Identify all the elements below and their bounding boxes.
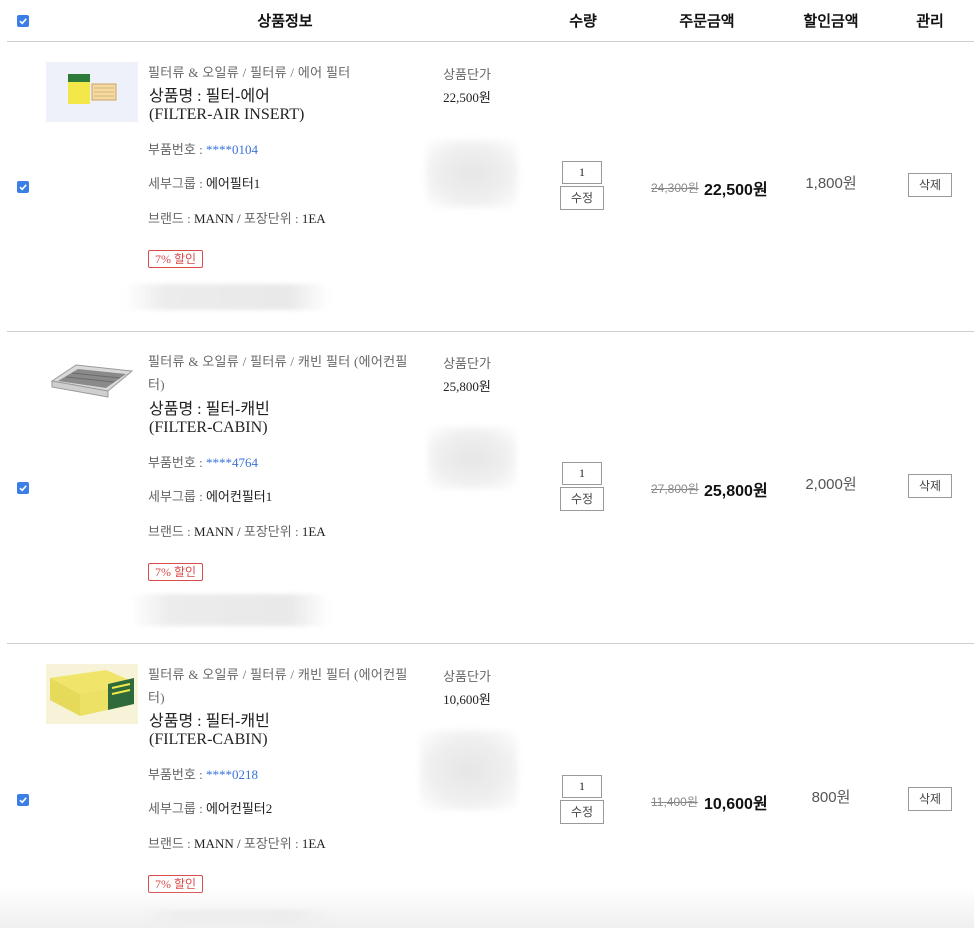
brand-value: MANN — [194, 524, 234, 539]
item-checkbox[interactable] — [17, 482, 29, 494]
part-number-line: 부품번호 : ****0104 — [148, 139, 258, 158]
original-price: 24,300원 — [651, 181, 699, 195]
header-discount-amount: 할인금액 — [803, 13, 859, 30]
air-filter-product-image[interactable] — [46, 62, 138, 122]
blurred-region — [428, 427, 516, 489]
product-name-value: 필터-에어 — [205, 88, 270, 105]
cart-item-row: 필터류 & 오일류 / 필터류 / 캐빈 필터 (에어컨필터) 상품명 : 필터… — [0, 644, 974, 928]
item-checkbox[interactable] — [17, 794, 29, 806]
subgroup-line: 세부그룹 : 에어컨필터1 — [148, 486, 272, 505]
part-number-line: 부품번호 : ****0218 — [148, 764, 258, 783]
blurred-region — [130, 594, 330, 626]
product-name-english: (FILTER-AIR INSERT) — [149, 106, 305, 123]
pack-unit-label: 포장단위 : — [243, 836, 302, 851]
header-manage: 관리 — [916, 13, 944, 30]
original-price: 11,400원 — [651, 795, 698, 809]
subgroup-label: 세부그룹 : — [148, 801, 206, 816]
product-name[interactable]: 상품명 : 필터-캐빈 (FILTER-CABIN) — [149, 401, 419, 437]
brand-value: MANN — [194, 836, 234, 851]
part-number-value: ****0218 — [205, 767, 258, 782]
item-checkbox[interactable] — [17, 181, 29, 193]
product-category-path: 필터류 & 오일류 / 필터류 / 에어 필터 — [148, 65, 351, 80]
subgroup-line: 세부그룹 : 에어컨필터2 — [148, 798, 272, 817]
product-name-value: 필터-캐빈 — [205, 401, 270, 418]
header-product-info: 상품정보 — [257, 13, 313, 30]
header-quantity: 수량 — [569, 13, 597, 30]
unit-price-value: 22,500원 — [443, 90, 491, 105]
cart-item-row: 필터류 & 오일류 / 필터류 / 에어 필터 상품명 : 필터-에어 (FIL… — [0, 42, 974, 332]
blurred-region — [124, 284, 330, 310]
subgroup-value: 에어필터1 — [205, 176, 261, 191]
delete-button[interactable]: 삭제 — [908, 787, 952, 811]
product-name-label: 상품명 : — [149, 88, 206, 105]
cabin-filter-product-image[interactable] — [46, 351, 138, 411]
unit-price-label: 상품단가 — [443, 356, 491, 371]
cart-item-row: 필터류 & 오일류 / 필터류 / 캐빈 필터 (에어컨필터) 상품명 : 필터… — [0, 331, 974, 644]
part-number-label: 부품번호 : — [148, 767, 206, 782]
discount-badge: 7% 할인 — [148, 563, 204, 581]
part-number-label: 부품번호 : — [148, 142, 206, 157]
subgroup-label: 세부그룹 : — [148, 176, 206, 191]
pack-separator: / — [233, 524, 244, 539]
brand-pack-line: 브랜드 : MANN / 포장단위 : 1EA — [148, 521, 326, 540]
original-price: 27,800원 — [651, 482, 699, 496]
order-price: 25,800원 — [704, 483, 768, 500]
cart-table-header: 상품정보 수량 주문금액 할인금액 관리 — [0, 0, 974, 42]
discount-amount: 800원 — [811, 789, 851, 806]
product-name-label: 상품명 : — [149, 713, 206, 730]
product-name-english: (FILTER-CABIN) — [149, 731, 268, 748]
blurred-region — [420, 730, 518, 810]
quantity-edit-button[interactable]: 수정 — [560, 186, 604, 210]
delete-button[interactable]: 삭제 — [908, 173, 952, 197]
pack-unit-value: 1EA — [301, 836, 326, 851]
product-name-value: 필터-캐빈 — [205, 713, 270, 730]
quantity-edit-button[interactable]: 수정 — [560, 800, 604, 824]
brand-label: 브랜드 : — [148, 836, 194, 851]
cabin-filter-box-product-image[interactable] — [46, 664, 138, 724]
product-name[interactable]: 상품명 : 필터-캐빈 (FILTER-CABIN) — [149, 713, 419, 749]
discount-amount: 1,800원 — [805, 175, 857, 192]
blurred-region — [426, 140, 518, 208]
subgroup-label: 세부그룹 : — [148, 489, 206, 504]
product-name-english: (FILTER-CABIN) — [149, 419, 268, 436]
pack-unit-value: 1EA — [301, 524, 326, 539]
discount-badge: 7% 할인 — [148, 250, 204, 268]
part-number-label: 부품번호 : — [148, 455, 206, 470]
delete-button[interactable]: 삭제 — [908, 474, 952, 498]
discount-amount: 2,000원 — [805, 476, 857, 493]
subgroup-value: 에어컨필터1 — [205, 489, 273, 504]
unit-price-label: 상품단가 — [443, 669, 491, 684]
product-category-path: 필터류 & 오일류 / 필터류 / 캐빈 필터 (에어컨필터) — [148, 354, 408, 392]
quantity-edit-button[interactable]: 수정 — [560, 487, 604, 511]
subgroup-value: 에어컨필터2 — [205, 801, 273, 816]
unit-price-label: 상품단가 — [443, 67, 491, 82]
order-price: 22,500원 — [704, 182, 768, 199]
product-name-label: 상품명 : — [149, 401, 206, 418]
quantity-input[interactable]: 1 — [562, 775, 602, 798]
part-number-value: ****0104 — [205, 142, 258, 157]
pack-unit-label: 포장단위 : — [243, 524, 302, 539]
pack-separator: / — [233, 211, 244, 226]
brand-pack-line: 브랜드 : MANN / 포장단위 : 1EA — [148, 833, 326, 852]
pack-unit-label: 포장단위 : — [243, 211, 302, 226]
brand-label: 브랜드 : — [148, 524, 194, 539]
select-all-checkbox[interactable] — [17, 15, 29, 27]
quantity-input[interactable]: 1 — [562, 161, 602, 184]
header-order-amount: 주문금액 — [679, 13, 735, 30]
unit-price-value: 10,600원 — [443, 692, 491, 707]
brand-value: MANN — [194, 211, 234, 226]
order-price: 10,600원 — [704, 796, 768, 813]
part-number-line: 부품번호 : ****4764 — [148, 452, 258, 471]
bottom-fade — [0, 888, 974, 928]
brand-pack-line: 브랜드 : MANN / 포장단위 : 1EA — [148, 208, 326, 227]
pack-separator: / — [233, 836, 244, 851]
part-number-value: ****4764 — [205, 455, 258, 470]
product-category-path: 필터류 & 오일류 / 필터류 / 캐빈 필터 (에어컨필터) — [148, 667, 408, 705]
unit-price-value: 25,800원 — [443, 379, 491, 394]
quantity-input[interactable]: 1 — [562, 462, 602, 485]
brand-label: 브랜드 : — [148, 211, 194, 226]
pack-unit-value: 1EA — [301, 211, 326, 226]
product-name[interactable]: 상품명 : 필터-에어 (FILTER-AIR INSERT) — [149, 88, 419, 124]
subgroup-line: 세부그룹 : 에어필터1 — [148, 173, 260, 192]
